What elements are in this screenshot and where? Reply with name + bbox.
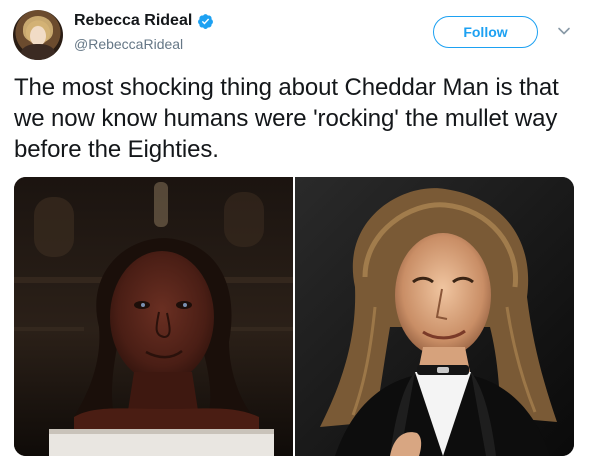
mullet-musician-photo[interactable] [295,177,574,456]
author-display-name[interactable]: Rebecca Rideal [74,12,192,30]
tweet-text: The most shocking thing about Cheddar Ma… [14,74,559,163]
author-name-row[interactable]: Rebecca Rideal [74,12,214,30]
verified-badge-icon [198,13,214,29]
author-handle[interactable]: @RebeccaRideal [74,36,183,52]
follow-button[interactable]: Follow [433,16,538,48]
tweet-header: Rebecca Rideal @RebeccaRideal Follow [0,0,592,70]
tweet-media[interactable] [14,177,574,456]
author-avatar[interactable] [13,10,63,60]
chevron-down-icon[interactable] [557,24,571,38]
cheddar-man-reconstruction-photo[interactable] [14,177,293,456]
